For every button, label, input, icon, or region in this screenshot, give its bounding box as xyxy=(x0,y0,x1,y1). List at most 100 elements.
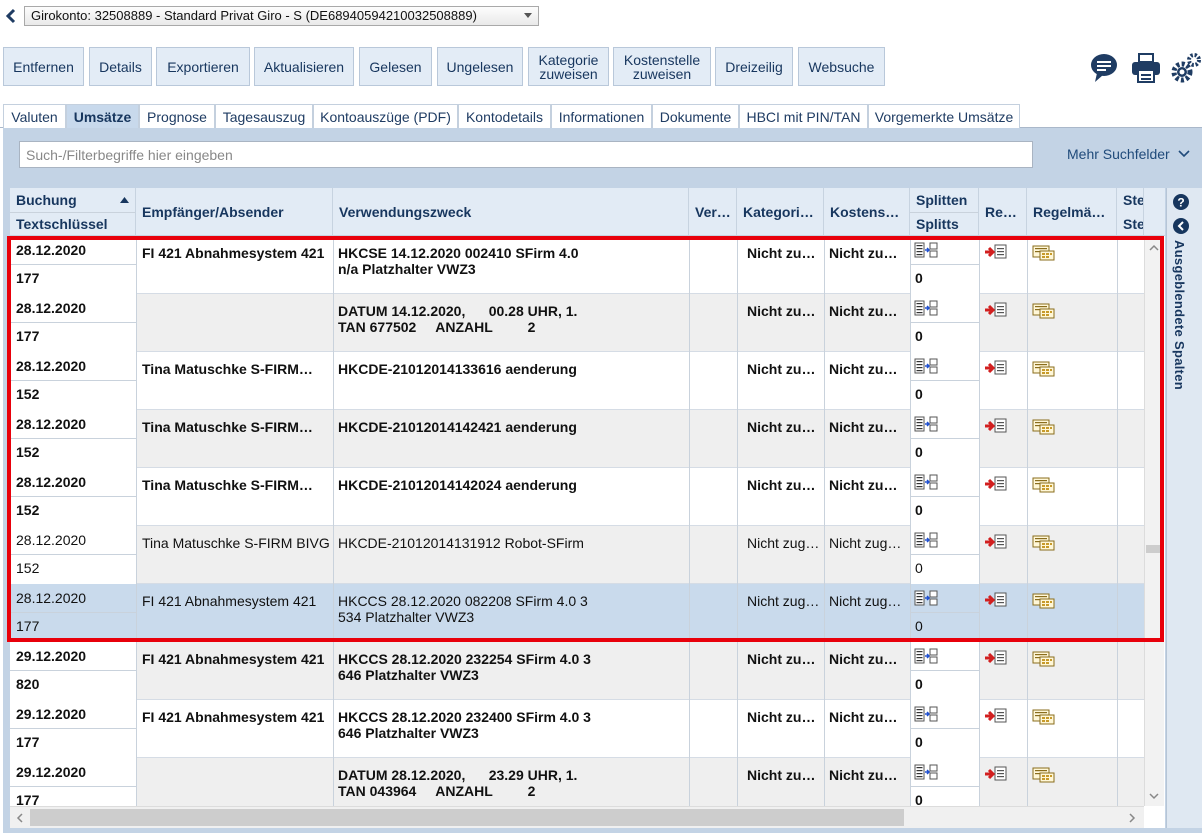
hidden-columns-label[interactable]: Ausgeblendete Spalten xyxy=(1172,240,1187,390)
table-row[interactable]: 28.12.2020 177 FI 421 Abnahmesystem 421 HKC… xyxy=(10,584,1144,642)
split-icon[interactable] xyxy=(914,474,938,490)
exportieren-button[interactable]: Exportieren xyxy=(156,47,250,86)
recurring-payment-icon[interactable] xyxy=(1032,535,1056,551)
split-icon[interactable] xyxy=(914,242,938,258)
recurring-payment-icon[interactable] xyxy=(1032,767,1056,783)
scroll-left-icon[interactable] xyxy=(16,813,24,823)
text-key: 152 xyxy=(16,444,40,460)
booking-date: 29.12.2020 xyxy=(16,706,87,722)
column-header-verwendungszweck[interactable]: Verwendungszweck xyxy=(333,188,689,236)
tab-hbci-pin-tan[interactable]: HBCI mit PIN/TAN xyxy=(739,104,868,128)
scroll-right-icon[interactable] xyxy=(1128,813,1136,823)
booking-date: 28.12.2020 xyxy=(16,532,87,548)
recurring-payment-icon[interactable] xyxy=(1032,593,1056,609)
scroll-up-icon[interactable] xyxy=(1149,244,1159,252)
account-select[interactable]: Girokonto: 32508889 - Standard Privat Gi… xyxy=(24,6,539,26)
split-icon[interactable] xyxy=(914,648,938,664)
receipt-assign-icon[interactable] xyxy=(984,534,1008,550)
booking-date: 28.12.2020 xyxy=(16,242,87,258)
entfernen-button[interactable]: Entfernen xyxy=(3,47,84,86)
vertical-scrollbar[interactable] xyxy=(1144,236,1164,806)
split-icon[interactable] xyxy=(914,300,938,316)
ungelesen-button[interactable]: Ungelesen xyxy=(437,47,523,86)
recurring-payment-icon[interactable] xyxy=(1032,245,1056,261)
recurring-payment-icon[interactable] xyxy=(1032,419,1056,435)
split-icon[interactable] xyxy=(914,764,938,780)
tab-prognose[interactable]: Prognose xyxy=(139,104,215,128)
printer-icon[interactable] xyxy=(1130,52,1162,84)
sort-ascending-icon xyxy=(120,197,129,203)
table-row[interactable]: 29.12.2020 177 FI 421 Abnahmesystem 421 HKC… xyxy=(10,700,1144,758)
tab-dokumente[interactable]: Dokumente xyxy=(652,104,739,128)
recurring-payment-icon[interactable] xyxy=(1032,709,1056,725)
settings-gears-icon[interactable] xyxy=(1170,52,1202,84)
split-icon[interactable] xyxy=(914,590,938,606)
split-icon[interactable] xyxy=(914,532,938,548)
column-header-regelmaessig[interactable]: Regelmä… xyxy=(1027,188,1117,236)
split-icon[interactable] xyxy=(914,416,938,432)
split-icon[interactable] xyxy=(914,706,938,722)
kategorie-zuweisen-button[interactable]: Kategorie zuweisen xyxy=(528,47,609,86)
column-header-buchung[interactable]: Buchung Textschlüssel xyxy=(10,188,136,236)
table-row[interactable]: 28.12.2020 152 Tina Matuschke S-FIRM… HKCDE… xyxy=(10,352,1144,410)
table-row[interactable]: 28.12.2020 152 Tina Matuschke S-FIRM… HKCDE… xyxy=(10,468,1144,526)
collapse-left-icon[interactable] xyxy=(1173,218,1189,234)
tab-tagesauszug[interactable]: Tagesauszug xyxy=(215,104,313,128)
back-chevron-icon[interactable] xyxy=(4,8,18,24)
scroll-down-icon[interactable] xyxy=(1149,792,1159,800)
receipt-assign-icon[interactable] xyxy=(984,592,1008,608)
column-header-ste[interactable]: Ste Ste xyxy=(1117,188,1144,236)
tab-informationen[interactable]: Informationen xyxy=(551,104,652,128)
column-header-re[interactable]: Re… xyxy=(979,188,1027,236)
cost-center: Nicht zu… xyxy=(829,477,898,493)
booking-date: 29.12.2020 xyxy=(16,764,87,780)
tab-kontoauszuege-pdf[interactable]: Kontoauszüge (PDF) xyxy=(313,104,458,128)
table-row[interactable]: 28.12.2020 152 Tina Matuschke S-FIRM… HKCDE… xyxy=(10,410,1144,468)
search-input[interactable] xyxy=(19,141,1033,168)
gelesen-button[interactable]: Gelesen xyxy=(359,47,432,86)
table-row[interactable]: 28.12.2020 177 DATUM 14.12.2020, 00.28 UHR… xyxy=(10,294,1144,352)
splits-count: 0 xyxy=(915,734,923,750)
receipt-assign-icon[interactable] xyxy=(984,244,1008,260)
table-row[interactable]: 29.12.2020 820 FI 421 Abnahmesystem 421 HKC… xyxy=(10,642,1144,700)
category: Nicht zug… xyxy=(747,535,820,551)
purpose-line-1: DATUM 28.12.2020, 23.29 UHR, 1. xyxy=(338,767,578,783)
column-header-ver[interactable]: Ver… xyxy=(689,188,737,236)
help-icon[interactable]: ? xyxy=(1173,194,1189,210)
receipt-assign-icon[interactable] xyxy=(984,708,1008,724)
column-header-splitten[interactable]: Splitten Splitts xyxy=(910,188,979,236)
kostenstelle-zuweisen-button[interactable]: Kostenstelle zuweisen xyxy=(613,47,711,86)
split-icon[interactable] xyxy=(914,358,938,374)
receipt-assign-icon[interactable] xyxy=(984,766,1008,782)
column-header-empfaenger[interactable]: Empfänger/Absender xyxy=(136,188,333,236)
tab-kontodetails[interactable]: Kontodetails xyxy=(458,104,551,128)
column-header-kostenstelle[interactable]: Kostens… xyxy=(824,188,910,236)
column-header-kategorie[interactable]: Kategori… xyxy=(737,188,824,236)
receipt-assign-icon[interactable] xyxy=(984,418,1008,434)
recurring-payment-icon[interactable] xyxy=(1032,361,1056,377)
horizontal-scroll-thumb[interactable] xyxy=(30,809,904,826)
aktualisieren-button[interactable]: Aktualisieren xyxy=(254,47,354,86)
chat-icon[interactable] xyxy=(1088,52,1120,84)
splits-count: 0 xyxy=(915,386,923,402)
tab-valuten[interactable]: Valuten xyxy=(3,104,66,128)
tab-umsaetze[interactable]: Umsätze xyxy=(66,104,139,128)
receipt-assign-icon[interactable] xyxy=(984,476,1008,492)
chevron-down-icon xyxy=(1178,150,1190,158)
vertical-scroll-thumb[interactable] xyxy=(1146,545,1163,553)
details-button[interactable]: Details xyxy=(89,47,152,86)
recurring-payment-icon[interactable] xyxy=(1032,477,1056,493)
receipt-assign-icon[interactable] xyxy=(984,650,1008,666)
receipt-assign-icon[interactable] xyxy=(984,302,1008,318)
dreizeilig-button[interactable]: Dreizeilig xyxy=(715,47,793,86)
recipient: Tina Matuschke S-FIRM… xyxy=(142,361,313,377)
recurring-payment-icon[interactable] xyxy=(1032,303,1056,319)
recurring-payment-icon[interactable] xyxy=(1032,651,1056,667)
websuche-button[interactable]: Websuche xyxy=(798,47,885,86)
tab-vorgemerkte-umsaetze[interactable]: Vorgemerkte Umsätze xyxy=(868,104,1020,128)
table-row[interactable]: 28.12.2020 177 FI 421 Abnahmesystem 421 HKC… xyxy=(10,236,1144,294)
receipt-assign-icon[interactable] xyxy=(984,360,1008,376)
mehr-suchfelder-link[interactable]: Mehr Suchfelder xyxy=(1067,146,1190,162)
text-key: 177 xyxy=(16,270,40,286)
table-row[interactable]: 28.12.2020 152 Tina Matuschke S-FIRM BIVG H… xyxy=(10,526,1144,584)
